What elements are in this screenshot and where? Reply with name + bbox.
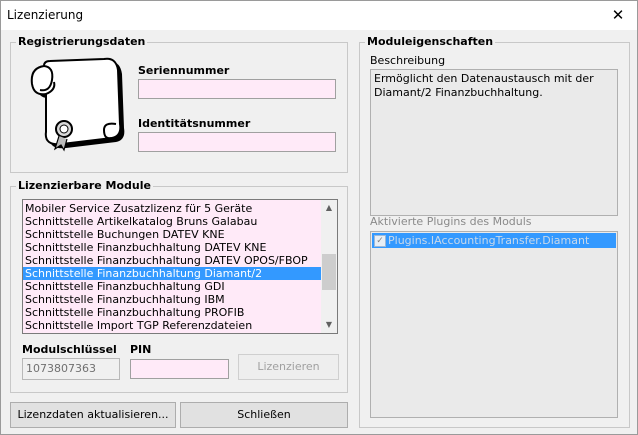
plugins-label: Aktivierte Plugins des Moduls xyxy=(370,215,532,228)
module-list-item[interactable]: Schnittstelle Finanzbuchhaltung GDI xyxy=(23,280,337,293)
close-icon[interactable]: ✕ xyxy=(609,6,627,24)
module-list-item[interactable]: Schnittstelle Artikelkatalog Bruns Galab… xyxy=(23,215,337,228)
module-key-field[interactable]: 1073807363 xyxy=(22,358,120,380)
registration-group: Registrierungsdaten Seriennummer Identit… xyxy=(10,35,348,173)
plugin-name: Plugins.IAccountingTransfer.Diamant xyxy=(388,234,590,247)
module-list-item[interactable]: Schnittstelle Finanzbuchhaltung Diamant/… xyxy=(23,267,337,280)
license-button[interactable]: Lizenzieren xyxy=(238,354,339,380)
license-dialog: Lizenzierung ✕ Registrierungsdaten Serie… xyxy=(0,0,638,435)
registration-group-label: Registrierungsdaten xyxy=(16,35,148,48)
close-button-label: Schließen xyxy=(237,408,291,421)
close-button[interactable]: Schließen xyxy=(180,402,348,428)
update-license-data-button[interactable]: Lizenzdaten aktualisieren... xyxy=(10,402,176,428)
scroll-thumb[interactable] xyxy=(322,254,336,290)
module-list-item[interactable]: Schnittstelle Finanzbuchhaltung PROFIB xyxy=(23,306,337,319)
pin-label: PIN xyxy=(130,343,152,356)
title-bar: Lizenzierung ✕ xyxy=(1,1,637,30)
plugin-item[interactable]: ✓ Plugins.IAccountingTransfer.Diamant xyxy=(372,233,616,248)
module-list-item[interactable]: Schnittstelle Finanzbuchhaltung DATEV KN… xyxy=(23,241,337,254)
properties-group: Moduleigenschaften Beschreibung Ermöglic… xyxy=(359,35,630,428)
module-list-item[interactable]: Schnittstelle Finanzbuchhaltung IBM xyxy=(23,293,337,306)
module-key-label: Modulschlüssel xyxy=(22,343,117,356)
description-label: Beschreibung xyxy=(370,54,446,67)
certificate-scroll-icon xyxy=(30,57,125,152)
module-list-item[interactable]: Mobiler Service Zusatzlizenz für 5 Gerät… xyxy=(23,202,337,215)
license-button-label: Lizenzieren xyxy=(257,360,320,373)
window-title: Lizenzierung xyxy=(7,8,84,22)
serial-number-field[interactable] xyxy=(138,79,336,99)
modules-group-label: Lizenzierbare Module xyxy=(16,179,153,192)
update-license-data-label: Lizenzdaten aktualisieren... xyxy=(17,408,169,421)
module-list-item[interactable]: Schnittstelle Import TGP Referenzdateien xyxy=(23,319,337,332)
properties-group-label: Moduleigenschaften xyxy=(365,35,496,48)
plugins-list[interactable]: ✓ Plugins.IAccountingTransfer.Diamant xyxy=(370,231,618,418)
identity-number-label: Identitätsnummer xyxy=(138,117,251,130)
scroll-up-icon[interactable]: ▲ xyxy=(321,200,337,216)
description-text: Ermöglicht den Datenaustausch mit der Di… xyxy=(370,69,618,216)
module-list-item[interactable]: Schnittstelle Finanzbuchhaltung DATEV OP… xyxy=(23,254,337,267)
modules-scrollbar[interactable]: ▲ ▼ xyxy=(321,200,337,333)
pin-field[interactable] xyxy=(130,359,229,379)
serial-number-label: Seriennummer xyxy=(138,64,230,77)
scroll-down-icon[interactable]: ▼ xyxy=(321,317,337,333)
modules-list[interactable]: Mobiler Service Zusatzlizenz für 5 Gerät… xyxy=(22,199,338,334)
module-list-item[interactable]: Schnittstelle Buchungen DATEV KNE xyxy=(23,228,337,241)
identity-number-field[interactable] xyxy=(138,132,336,152)
checkbox-checked-icon[interactable]: ✓ xyxy=(374,235,386,247)
modules-group: Lizenzierbare Module Mobiler Service Zus… xyxy=(10,179,348,393)
